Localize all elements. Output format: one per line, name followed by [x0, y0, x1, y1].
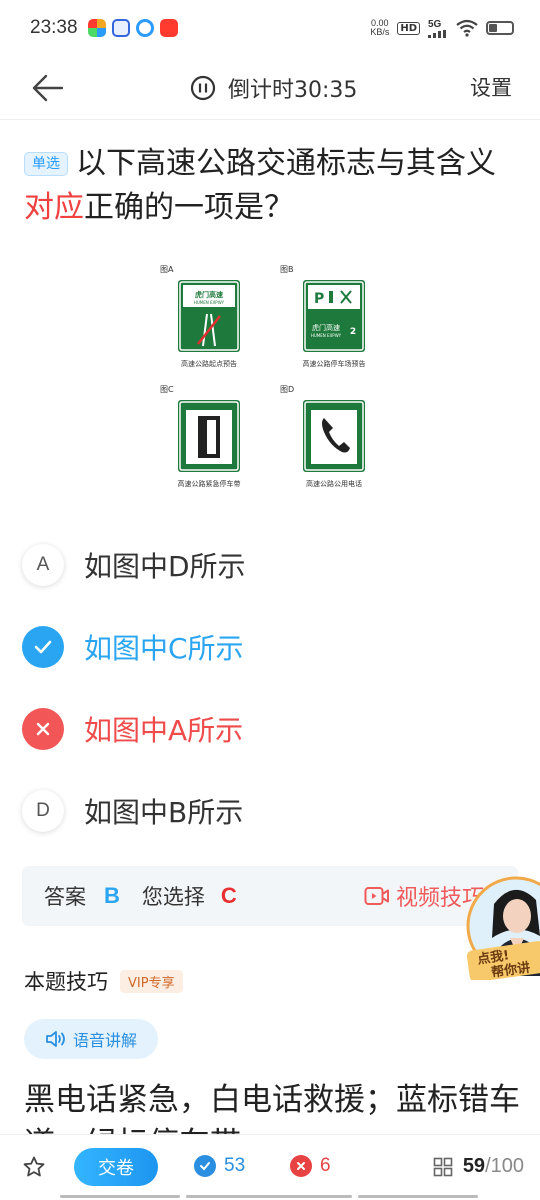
correct-count-value: 53 — [224, 1155, 246, 1176]
app-notification-icon — [111, 19, 130, 37]
battery-icon — [486, 21, 514, 35]
tips-title: 本题技巧 — [24, 970, 108, 994]
chosen-label: 您选择 — [141, 885, 205, 909]
submit-exam-button[interactable]: 交卷 — [74, 1148, 158, 1186]
wrong-count-value: 6 — [320, 1155, 331, 1176]
answer-label: 答案 — [44, 885, 86, 909]
star-icon — [23, 1156, 45, 1177]
option-text: 如图中A所示 — [84, 714, 244, 747]
page-indicator — [60, 1195, 180, 1198]
page-indicator — [186, 1195, 352, 1198]
answer-summary: 答案 B 您选择 C 视频技巧 — [22, 866, 518, 926]
option-d[interactable]: D 如图中B所示 — [22, 780, 518, 842]
voice-explain-button[interactable]: 语音讲解 — [24, 1019, 158, 1059]
option-text: 如图中B所示 — [84, 796, 244, 829]
panel-b-tag: 图B — [280, 265, 294, 274]
signal-icon: 5G — [428, 19, 448, 38]
tips-section-title: 本题技巧 VIP专享 — [24, 966, 183, 996]
net-speed: 0.00 KB/s — [370, 19, 389, 37]
panel-d-tag: 图D — [280, 385, 294, 394]
vip-badge: VIP专享 — [120, 969, 183, 993]
option-a[interactable]: A 如图中D所示 — [22, 534, 518, 596]
status-bar: 23:38 0.00 KB/s HD 5G — [0, 0, 540, 56]
parking-p-icon: P — [314, 291, 324, 307]
correct-count[interactable]: 53 — [194, 1155, 245, 1177]
check-icon — [22, 626, 64, 668]
wrong-count[interactable]: 6 — [290, 1155, 331, 1177]
chosen-answer: C — [220, 883, 237, 908]
panel-a-tag: 图A — [160, 265, 174, 274]
tip-text: 黑电话紧急，白电话救援；蓝标错车道，绿标停车带 — [24, 1082, 520, 1134]
option-c[interactable]: 如图中A所示 — [22, 698, 518, 760]
status-indicators: 0.00 KB/s HD 5G — [370, 19, 514, 38]
app-notification-icon — [135, 19, 154, 37]
panel-c-caption: 高速公路紧急停车带 — [178, 479, 241, 488]
traffic-signs-illustration: 图A 虎门高速 HUMEN EXPWY 高速公路起点预告 图B P 虎门高速 H… — [148, 258, 396, 498]
option-text: 如图中D所示 — [84, 550, 246, 583]
back-button[interactable] — [30, 70, 66, 106]
panel-b-caption: 高速公路停车场预告 — [303, 359, 366, 368]
panel-c-tag: 图C — [160, 385, 174, 394]
question-text-part: 正确的一项是？ — [84, 190, 294, 225]
network-type: 5G — [428, 18, 442, 30]
video-icon — [364, 887, 389, 905]
question-progress[interactable]: 59/100 — [433, 1155, 524, 1178]
progress-current: 59 — [462, 1155, 486, 1177]
net-speed-unit: KB/s — [370, 27, 390, 37]
x-circle-icon — [290, 1155, 312, 1177]
grid-icon — [433, 1157, 453, 1176]
sign-b-distance: 2 — [350, 327, 356, 337]
check-circle-icon — [194, 1155, 216, 1177]
panel-a-caption: 高速公路起点预告 — [181, 359, 237, 368]
question-type-badge: 单选 — [24, 152, 68, 176]
sign-b-line1: 虎门高速 — [312, 323, 340, 332]
option-b[interactable]: 如图中C所示 — [22, 616, 518, 678]
status-time: 23:38 — [30, 17, 78, 38]
hd-icon: HD — [397, 21, 420, 35]
sign-a-line1: 虎门高速 — [195, 290, 223, 299]
app-notification-icon — [159, 19, 178, 37]
settings-button[interactable]: 设置 — [470, 70, 512, 106]
wifi-icon — [456, 19, 478, 37]
countdown-timer[interactable]: 倒计时30:35 — [190, 70, 357, 106]
question-text: 单选 以下高速公路交通标志与其含义对应正确的一项是？ — [24, 142, 516, 230]
teacher-help-float[interactable]: 点我! 帮你讲 — [464, 876, 540, 980]
teacher-avatar: 点我! 帮你讲 — [466, 876, 540, 980]
sign-b-line2: HUMEN EXPWY — [311, 333, 342, 338]
top-nav: 倒计时30:35 设置 — [0, 56, 540, 120]
speaker-icon — [46, 1031, 65, 1047]
question-figure[interactable]: 图A 虎门高速 HUMEN EXPWY 高速公路起点预告 图B P 虎门高速 H… — [148, 258, 396, 498]
question-text-part: 以下高速公路交通标志与其含义 — [76, 146, 496, 181]
favorite-button[interactable] — [22, 1155, 46, 1179]
progress-total: /100 — [485, 1155, 524, 1177]
bottom-bar: 交卷 53 6 59/100 — [0, 1134, 540, 1200]
close-icon — [22, 708, 64, 750]
panel-d-caption: 高速公路公用电话 — [306, 479, 362, 488]
question-highlight: 对应 — [24, 190, 84, 225]
option-text: 如图中C所示 — [84, 632, 244, 665]
arrow-left-icon — [32, 74, 64, 102]
pause-icon — [190, 75, 216, 101]
page-indicator — [358, 1195, 478, 1198]
app-notification-icon — [87, 19, 106, 37]
fuel-icon — [329, 291, 333, 303]
correct-answer: B — [104, 883, 120, 908]
sign-a-line2: HUMEN EXPWY — [194, 300, 225, 305]
option-letter: D — [22, 790, 64, 832]
voice-explain-label: 语音讲解 — [72, 1031, 137, 1050]
status-app-icons — [87, 19, 178, 37]
option-letter: A — [22, 544, 64, 586]
timer-label: 倒计时30:35 — [228, 78, 358, 103]
